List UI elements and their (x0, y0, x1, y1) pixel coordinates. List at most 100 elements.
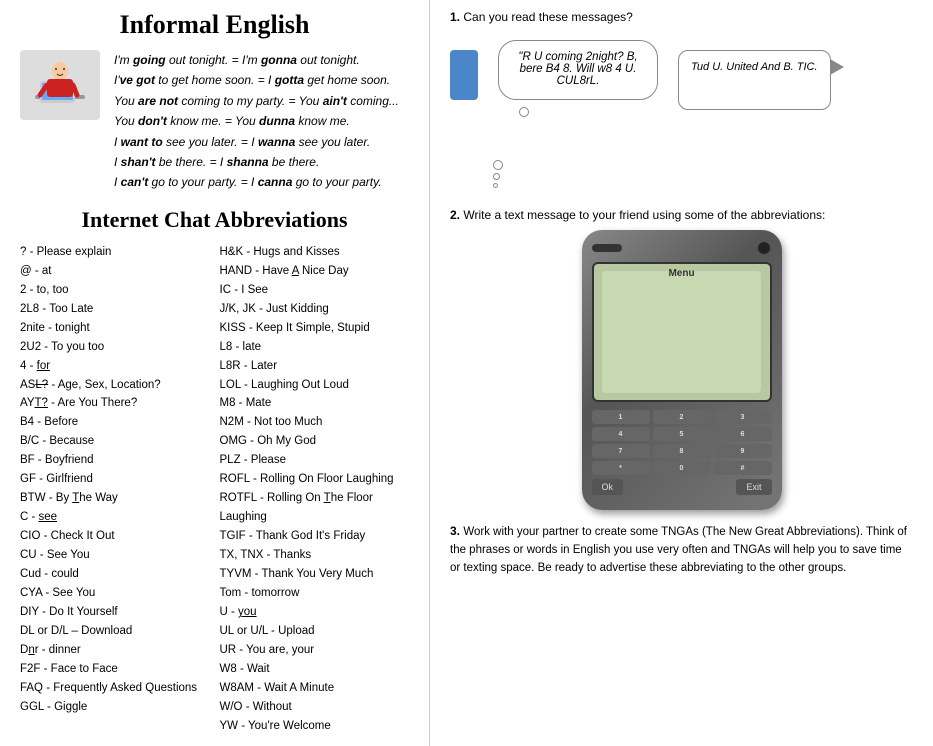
abbrev-col1-item-1: @ - at (20, 262, 210, 281)
abbrev-col1-item-15: CIO - Check It Out (20, 527, 210, 546)
key-1[interactable]: 1 (592, 410, 650, 424)
abbrev-col2-item-18: U - you (220, 603, 410, 622)
sub-title: Internet Chat Abbreviations (20, 207, 409, 233)
key-5[interactable]: 5 (653, 427, 711, 441)
phone-device: Menu 1 2 3 4 5 6 7 (582, 230, 782, 510)
abbrev-col1-item-22: F2F - Face to Face (20, 660, 210, 679)
phone-screen: Menu (592, 262, 772, 402)
intro-text: I'm going out tonight. = I'm gonna out t… (114, 50, 399, 193)
right-panel: 1. Can you read these messages? "R U com… (430, 0, 933, 746)
abbrev-col2-item-4: KISS - Keep It Simple, Stupid (220, 319, 410, 338)
abbrev-col2-item-5: L8 - late (220, 338, 410, 357)
abbrev-col1-item-21: Dnr - dinner (20, 641, 210, 660)
key-3[interactable]: 3 (714, 410, 772, 424)
abbrev-col1-item-16: CU - See You (20, 546, 210, 565)
abbrev-col2-item-22: W8AM - Wait A Minute (220, 679, 410, 698)
abbrev-col2-item-13: ROTFL - Rolling On The Floor Laughing (220, 489, 410, 527)
key-9[interactable]: 9 (714, 444, 772, 458)
phone-camera (756, 240, 772, 256)
abbrev-col2-item-1: HAND - Have A Nice Day (220, 262, 410, 281)
abbrev-col2-item-8: M8 - Mate (220, 394, 410, 413)
abbrev-col2-item-2: IC - I See (220, 281, 410, 300)
abbrev-col1-item-3: 2L8 - Too Late (20, 300, 210, 319)
abbrev-col2-item-24: YW - You're Welcome (220, 717, 410, 736)
abbrev-col-2: H&K - Hugs and KissesHAND - Have A Nice … (220, 243, 410, 736)
task-2-label: 2. Write a text message to your friend u… (450, 208, 913, 222)
abbrev-col2-item-16: TYVM - Thank You Very Much (220, 565, 410, 584)
abbrev-col2-item-23: W/O - Without (220, 698, 410, 717)
abbrev-col2-item-17: Tom - tomorrow (220, 584, 410, 603)
key-6[interactable]: 6 (714, 427, 772, 441)
key-8[interactable]: 8 (653, 444, 711, 458)
phone-image-section: Menu 1 2 3 4 5 6 7 (450, 230, 913, 510)
key-4[interactable]: 4 (592, 427, 650, 441)
keypad-row-1: 1 2 3 (592, 410, 772, 424)
abbrev-col2-item-12: ROFL - Rolling On Floor Laughing (220, 470, 410, 489)
abbrev-col1-item-20: DL or D/L – Download (20, 622, 210, 641)
exit-button[interactable]: Exit (736, 479, 771, 495)
abbrev-col1-item-6: 4 - for (20, 357, 210, 376)
abbrev-col2-item-9: N2M - Not too Much (220, 413, 410, 432)
bubble2-text: Tud U. United And B. TIC. (691, 61, 818, 73)
task-3-label: 3. Work with your partner to create some… (450, 524, 913, 577)
abbrev-col1-item-4: 2nite - tonight (20, 319, 210, 338)
abbrev-col1-item-7: ASL? - Age, Sex, Location? (20, 376, 210, 395)
left-panel: Informal English I'm (0, 0, 430, 746)
task-1: 1. Can you read these messages? "R U com… (450, 10, 913, 192)
main-title: Informal English (20, 10, 409, 40)
abbrev-col2-item-6: L8R - Later (220, 357, 410, 376)
abbrev-col1-item-24: GGL - Giggle (20, 698, 210, 717)
abbrev-col1-item-12: GF - Girlfriend (20, 470, 210, 489)
abbrev-col2-item-11: PLZ - Please (220, 451, 410, 470)
abbrev-col2-item-14: TGIF - Thank God It's Friday (220, 527, 410, 546)
task-2: 2. Write a text message to your friend u… (450, 208, 913, 510)
abbrev-col2-item-21: W8 - Wait (220, 660, 410, 679)
abbrev-col2-item-20: UR - You are, your (220, 641, 410, 660)
abbreviations-table: ? - Please explain@ - at2 - to, too2L8 -… (20, 243, 409, 736)
abbrev-col1-item-0: ? - Please explain (20, 243, 210, 262)
abbrev-col2-item-15: TX, TNX - Thanks (220, 546, 410, 565)
abbrev-col2-item-10: OMG - Oh My God (220, 432, 410, 451)
abbrev-col1-item-5: 2U2 - To you too (20, 338, 210, 357)
student-image (20, 50, 100, 120)
abbrev-col1-item-17: Cud - could (20, 565, 210, 584)
thought-bubble-1: "R U coming 2night? B, bere B4 8. Will w… (498, 40, 658, 100)
abbrev-col-1: ? - Please explain@ - at2 - to, too2L8 -… (20, 243, 210, 736)
abbrev-col1-item-8: AYT? - Are You There? (20, 394, 210, 413)
abbrev-col1-item-9: B4 - Before (20, 413, 210, 432)
bubble1-text: "R U coming 2night? B, bere B4 8. Will w… (518, 51, 637, 87)
abbrev-col2-item-19: UL or U/L - Upload (220, 622, 410, 641)
ok-button[interactable]: Ok (592, 479, 624, 495)
key-7[interactable]: 7 (592, 444, 650, 458)
task-1-label: 1. Can you read these messages? (450, 10, 913, 24)
key-0[interactable]: 0 (653, 461, 711, 475)
task-3: 3. Work with your partner to create some… (450, 524, 913, 577)
thought-dot-3 (493, 183, 498, 188)
abbrev-col2-item-3: J/K, JK - Just Kidding (220, 300, 410, 319)
key-2[interactable]: 2 (653, 410, 711, 424)
keypad-row-3: 7 8 9 (592, 444, 772, 458)
bubble-container: "R U coming 2night? B, bere B4 8. Will w… (498, 30, 831, 192)
key-star[interactable]: * (592, 461, 650, 475)
messages-area: "R U coming 2night? B, bere B4 8. Will w… (450, 30, 913, 192)
keypad-row-2: 4 5 6 (592, 427, 772, 441)
abbrev-col1-item-23: FAQ - Frequently Asked Questions (20, 679, 210, 698)
abbrev-col1-item-2: 2 - to, too (20, 281, 210, 300)
abbrev-col1-item-13: BTW - By The Way (20, 489, 210, 508)
intro-section: I'm going out tonight. = I'm gonna out t… (20, 50, 409, 193)
abbrev-col1-item-18: CYA - See You (20, 584, 210, 603)
ok-exit-row: Ok Exit (592, 479, 772, 495)
abbrev-col1-item-11: BF - Boyfriend (20, 451, 210, 470)
abbrev-col2-item-0: H&K - Hugs and Kisses (220, 243, 410, 262)
phone-screen-inner (602, 271, 760, 393)
phone-menu-bar: Menu (594, 268, 770, 279)
abbrev-col2-item-7: LOL - Laughing Out Loud (220, 376, 410, 395)
thought-dot-2 (493, 173, 500, 180)
thought-dots (493, 160, 503, 192)
task-3-text: Work with your partner to create some TN… (450, 526, 907, 574)
phone-icon-left (450, 50, 478, 100)
keypad-row-4: * 0 # (592, 461, 772, 475)
key-hash[interactable]: # (714, 461, 772, 475)
phone-speaker (592, 244, 622, 252)
abbrev-col1-item-14: C - see (20, 508, 210, 527)
